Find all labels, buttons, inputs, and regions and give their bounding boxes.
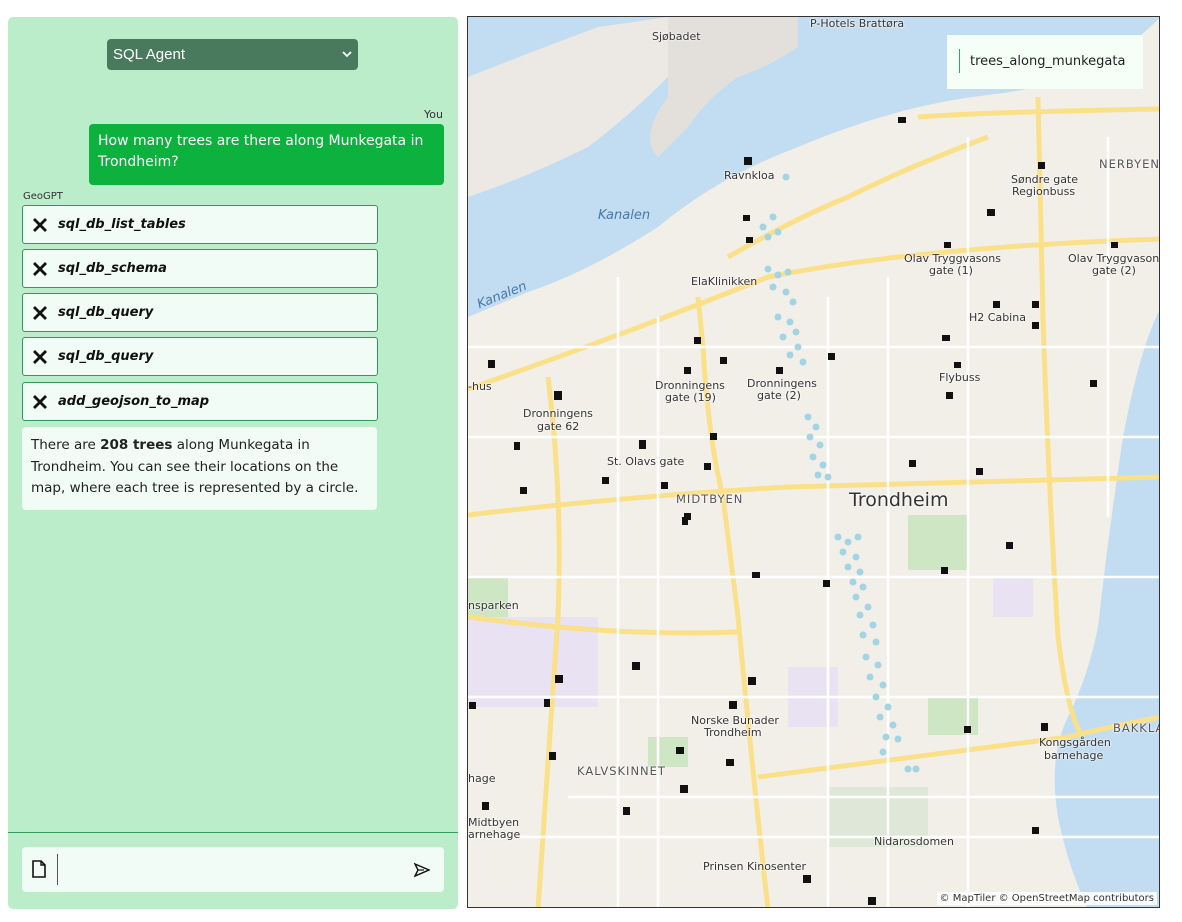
send-icon[interactable] — [413, 862, 431, 882]
tool-name: sql_db_list_tables — [58, 217, 186, 232]
map-label: nsparken — [468, 599, 519, 612]
map-label: H2 Cabina — [969, 311, 1026, 324]
map-label: KALVSKINNET — [577, 764, 666, 778]
map-label: Trondheim — [704, 726, 762, 739]
map-label: Trondheim — [849, 489, 949, 511]
map-label: BAKKLA — [1113, 721, 1160, 735]
map-label: gate (19) — [665, 391, 716, 404]
tools-icon — [30, 259, 50, 279]
user-message: How many trees are there along Munkegata… — [89, 124, 444, 185]
map-label: barnehage — [1044, 749, 1104, 762]
tools-icon — [30, 392, 50, 412]
tools-icon — [30, 215, 50, 235]
tool-call-item[interactable]: sql_db_query — [22, 337, 378, 376]
bot-label: GeoGPT — [23, 191, 63, 202]
map-label: gate 62 — [537, 420, 580, 433]
layer-legend[interactable]: trees_along_munkegata — [947, 35, 1143, 89]
answer-text-pre: There are — [31, 437, 101, 453]
tool-name: sql_db_query — [58, 349, 154, 364]
map-label: St. Olavs gate — [607, 455, 685, 468]
map-label: ElaKlinikken — [691, 275, 758, 288]
school-area — [993, 577, 1033, 617]
map-label: -hus — [468, 380, 492, 393]
map-label: gate (1) — [929, 264, 973, 277]
map-label: hage — [468, 772, 496, 785]
map-label: MIDTBYEN — [676, 492, 744, 506]
tool-name: add_geojson_to_map — [58, 394, 210, 409]
tool-call-item[interactable]: sql_db_schema — [22, 249, 378, 288]
tool-name: sql_db_query — [58, 305, 154, 320]
message-input[interactable] — [22, 847, 444, 892]
agent-select[interactable]: SQL Agent — [107, 39, 358, 70]
map-canvas — [468, 17, 1159, 907]
map-label: Dronningens — [523, 407, 593, 420]
map-label: Sjøbadet — [652, 30, 701, 43]
map-label: gate (2) — [757, 389, 801, 402]
legend-layer-name: trees_along_munkegata — [970, 54, 1126, 69]
tool-call-item[interactable]: sql_db_query — [22, 293, 378, 332]
user-label: You — [424, 108, 443, 121]
answer-tree-count: 208 trees — [100, 437, 173, 453]
bot-answer: There are 208 trees along Munkegata in T… — [22, 427, 377, 510]
map-label: Kongsgården — [1039, 736, 1111, 749]
tool-name: sql_db_schema — [58, 261, 167, 276]
map-label: Regionbuss — [1012, 185, 1076, 198]
map-label: P-Hotels Brattøra — [810, 17, 905, 30]
tools-icon — [30, 303, 50, 323]
text-cursor — [57, 854, 58, 885]
map-label: Nidarosdomen — [874, 835, 954, 848]
park — [908, 515, 968, 570]
map-label: Kanalen — [598, 208, 651, 223]
map[interactable]: P-Hotels Brattøra Sjøbadet Ravnkloa Kana… — [467, 16, 1160, 908]
agent-select-value: SQL Agent — [113, 46, 185, 63]
tools-icon — [30, 347, 50, 367]
chat-panel: SQL Agent You How many trees are there a… — [8, 17, 458, 909]
chevron-down-icon — [342, 39, 352, 83]
map-label: arnehage — [468, 828, 521, 841]
map-label: Ravnkloa — [724, 169, 775, 182]
map-attribution[interactable]: © MapTiler © OpenStreetMap contributors — [936, 892, 1157, 905]
map-label: gate (2) — [1092, 264, 1136, 277]
tool-call-item[interactable]: sql_db_list_tables — [22, 205, 378, 244]
file-icon[interactable] — [32, 860, 46, 882]
map-label: Prinsen Kinosenter — [703, 860, 807, 873]
divider — [8, 832, 458, 833]
legend-swatch — [959, 49, 960, 73]
map-label: NERBYEN — [1099, 157, 1160, 171]
tool-call-item[interactable]: add_geojson_to_map — [22, 382, 378, 421]
map-label: Flybuss — [939, 371, 981, 384]
